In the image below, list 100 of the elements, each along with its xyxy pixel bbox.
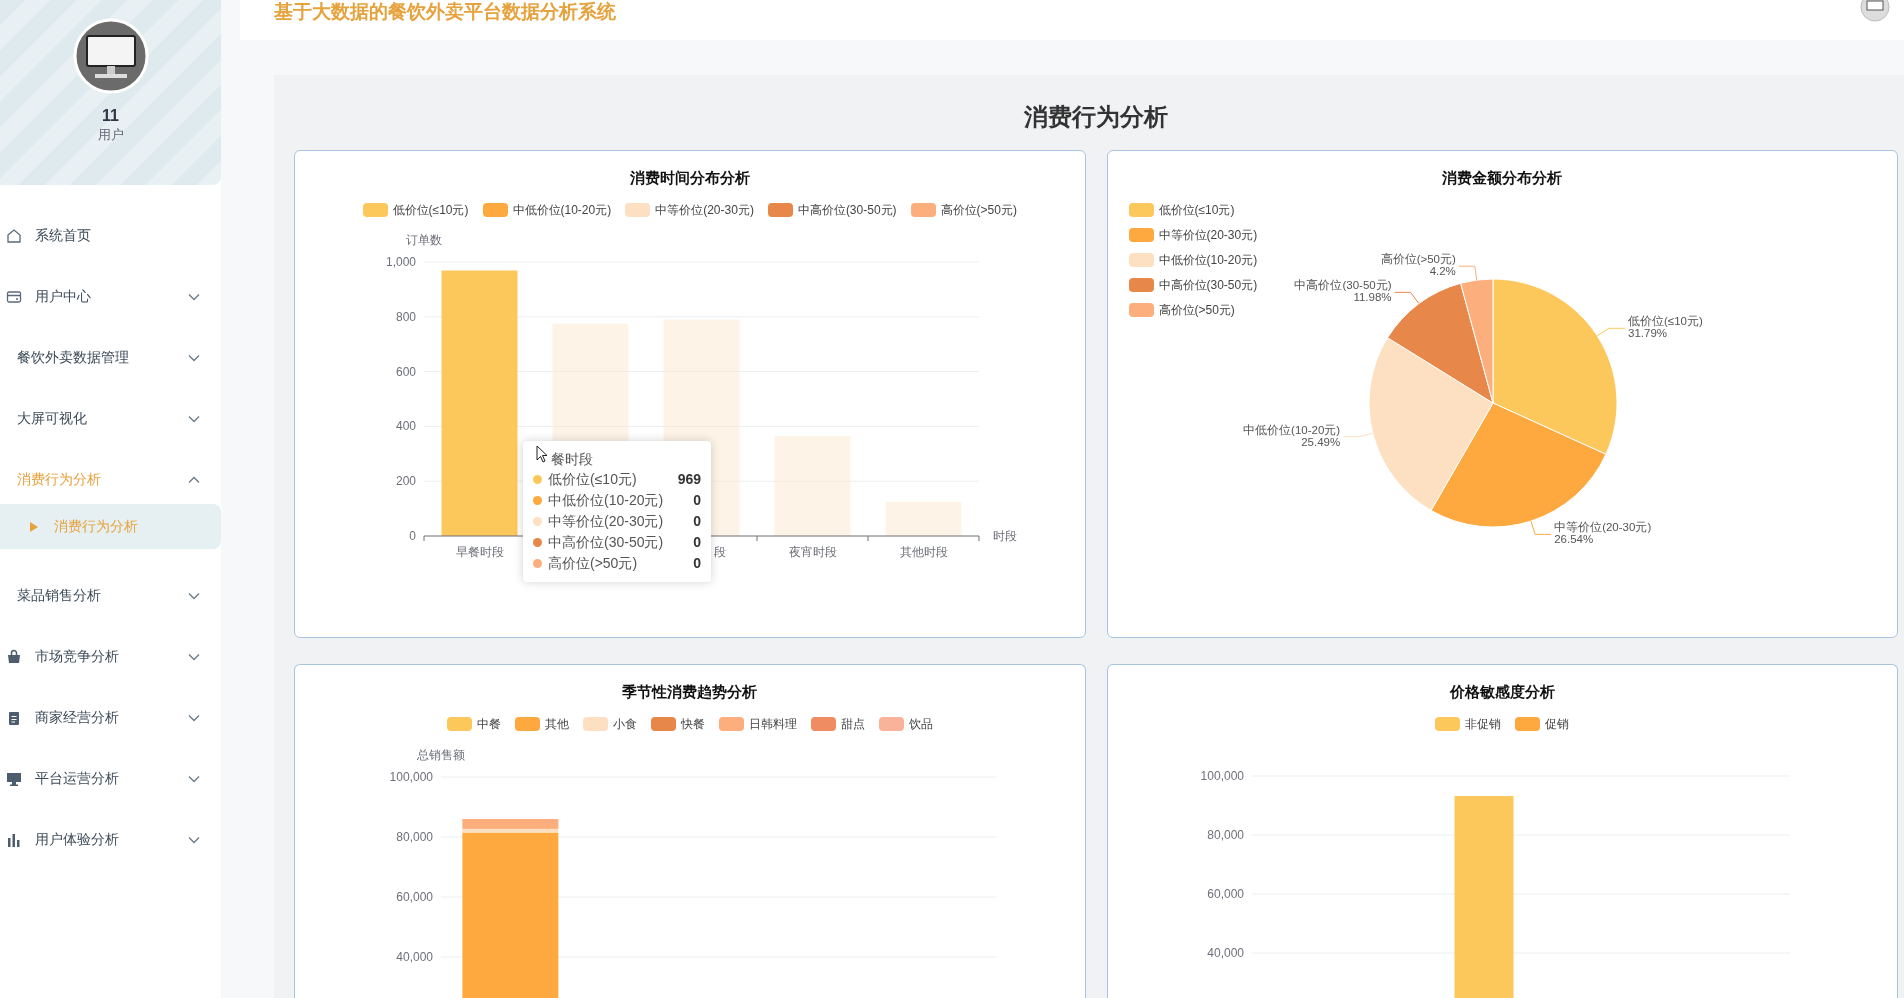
- tooltip-title: 餐时段: [551, 450, 593, 469]
- legend-item[interactable]: 低价位(≤10元): [1128, 201, 1235, 219]
- slice-label: 低价位(≤10元) 31.79%: [1627, 315, 1703, 340]
- legend-swatch: [767, 203, 793, 217]
- axis-label: 800: [395, 309, 416, 324]
- legend-swatch: [362, 203, 388, 217]
- sidebar-item[interactable]: 用户体验分析: [0, 809, 221, 870]
- axis-label: 40,000: [396, 950, 433, 964]
- axis-label: 60,000: [1206, 887, 1244, 901]
- sidebar-item[interactable]: 菜品销售分析: [0, 565, 221, 626]
- sidebar-item[interactable]: 市场竞争分析: [0, 626, 221, 687]
- legend-item[interactable]: 中高价位(30-50元): [767, 201, 897, 219]
- legend-label: 中餐: [476, 716, 501, 733]
- series-name: 中低价位(10-20元): [548, 491, 664, 510]
- legend-swatch: [718, 717, 744, 731]
- series-value: 0: [693, 533, 701, 552]
- axis-label: 60,000: [396, 890, 433, 904]
- legend-item[interactable]: 中等价位(20-30元): [1128, 226, 1258, 244]
- sidebar-item[interactable]: 餐饮外卖数据管理: [0, 327, 221, 388]
- series-name: 中高价位(30-50元): [548, 533, 664, 552]
- legend-swatch: [1128, 303, 1154, 317]
- chart-title: 消费时间分布分析: [628, 168, 751, 188]
- cursor-icon: [536, 445, 548, 463]
- legend-item[interactable]: 中高价位(30-50元): [1128, 276, 1258, 294]
- legend-swatch: [625, 203, 651, 217]
- legend-label: 低价位(≤10元): [392, 202, 469, 219]
- axis-label: 段: [713, 545, 726, 559]
- axis-label: 夜宵时段: [788, 545, 837, 559]
- legend-swatch: [582, 717, 608, 731]
- legend-label: 高价位(>50元): [1158, 302, 1235, 319]
- axis-label: 100,000: [1200, 769, 1244, 783]
- page-title: 消费行为分析: [1023, 102, 1169, 132]
- axis-label: 80,000: [396, 830, 433, 844]
- legend-swatch: [910, 203, 936, 217]
- legend-label: 日韩料理: [748, 716, 797, 733]
- legend-item[interactable]: 高价位(>50元): [1128, 301, 1235, 319]
- legend-label: 中低价位(10-20元): [1158, 252, 1258, 269]
- series-name: 低价位(≤10元): [548, 470, 637, 489]
- avatar-icon[interactable]: [1860, 0, 1890, 22]
- series-value: 0: [693, 491, 701, 510]
- sidebar-item[interactable]: 系统首页: [0, 205, 221, 266]
- axis-label: 200: [395, 474, 416, 489]
- legend-swatch: [1128, 228, 1154, 242]
- home-icon: [6, 227, 22, 244]
- leader-line: [1393, 291, 1419, 305]
- slice-label: 高价位(>50元) 4.2%: [1380, 253, 1456, 278]
- legend-item[interactable]: 快餐: [650, 715, 705, 733]
- series-value: 969: [677, 470, 701, 489]
- sidebar-item[interactable]: 平台运营分析: [0, 748, 221, 809]
- legend-swatch: [514, 717, 540, 731]
- axis-label: 100,000: [389, 770, 433, 784]
- legend-swatch: [446, 717, 472, 731]
- legend-item[interactable]: 低价位(≤10元): [362, 201, 469, 219]
- sidebar-item[interactable]: 用户中心: [0, 266, 221, 327]
- sidebar-item[interactable]: 商家经营分析: [0, 687, 221, 748]
- sidebar-item[interactable]: 大屏可视化: [0, 388, 221, 449]
- app-title: 基于大数据的餐饮外卖平台数据分析系统: [274, 0, 616, 24]
- legend-item[interactable]: 饮品: [878, 715, 933, 733]
- legend-swatch: [1435, 717, 1461, 731]
- legend-item[interactable]: 中等价位(20-30元): [625, 201, 754, 219]
- legend-item[interactable]: 甜点: [810, 715, 865, 733]
- legend-swatch: [482, 203, 508, 217]
- leader-line: [1596, 327, 1626, 337]
- bag-icon: [6, 648, 22, 665]
- axis-label: 400: [395, 419, 416, 434]
- legend-swatch: [650, 717, 676, 731]
- chart-title: 消费金额分布分析: [1441, 168, 1564, 188]
- legend-item[interactable]: 中餐: [446, 715, 501, 733]
- legend-item[interactable]: 促销: [1515, 715, 1570, 733]
- legend-label: 甜点: [840, 716, 865, 733]
- legend-label: 中等价位(20-30元): [1158, 227, 1258, 244]
- legend-label: 低价位(≤10元): [1158, 202, 1235, 219]
- legend-swatch: [1515, 717, 1541, 731]
- axis-label: 80,000: [1206, 828, 1244, 842]
- legend-label: 中低价位(10-20元): [512, 202, 612, 219]
- legend-swatch: [1128, 253, 1154, 267]
- legend-item[interactable]: 中低价位(10-20元): [482, 201, 612, 219]
- axis-label: 600: [395, 364, 416, 379]
- axis-label: 40,000: [1206, 946, 1244, 960]
- legend-swatch: [1128, 278, 1154, 292]
- legend-label: 其他: [544, 716, 569, 733]
- leader-line: [1342, 432, 1373, 438]
- legend-label: 高价位(>50元): [940, 202, 1017, 219]
- legend-item[interactable]: 非促销: [1435, 715, 1502, 733]
- leader-line: [1457, 265, 1477, 281]
- slice-label: 中低价位(10-20元) 25.49%: [1242, 423, 1340, 448]
- legend-item[interactable]: 日韩料理: [718, 715, 797, 733]
- legend-item[interactable]: 高价位(>50元): [910, 201, 1017, 219]
- wallet-icon: [6, 288, 22, 305]
- legend-item[interactable]: 中低价位(10-20元): [1128, 251, 1258, 269]
- legend-item[interactable]: 其他: [514, 715, 569, 733]
- series-name: 高价位(>50元): [548, 554, 638, 573]
- legend-item[interactable]: 小食: [582, 715, 637, 733]
- clipboard-icon: [6, 709, 22, 726]
- legend-swatch: [810, 717, 836, 731]
- axis-label: 1,000: [385, 255, 416, 269]
- slice-label: 中等价位(20-30元) 26.54%: [1553, 521, 1651, 546]
- axis-label: 0: [409, 529, 416, 543]
- legend-label: 非促销: [1465, 716, 1502, 733]
- user-role: 用户: [97, 126, 124, 144]
